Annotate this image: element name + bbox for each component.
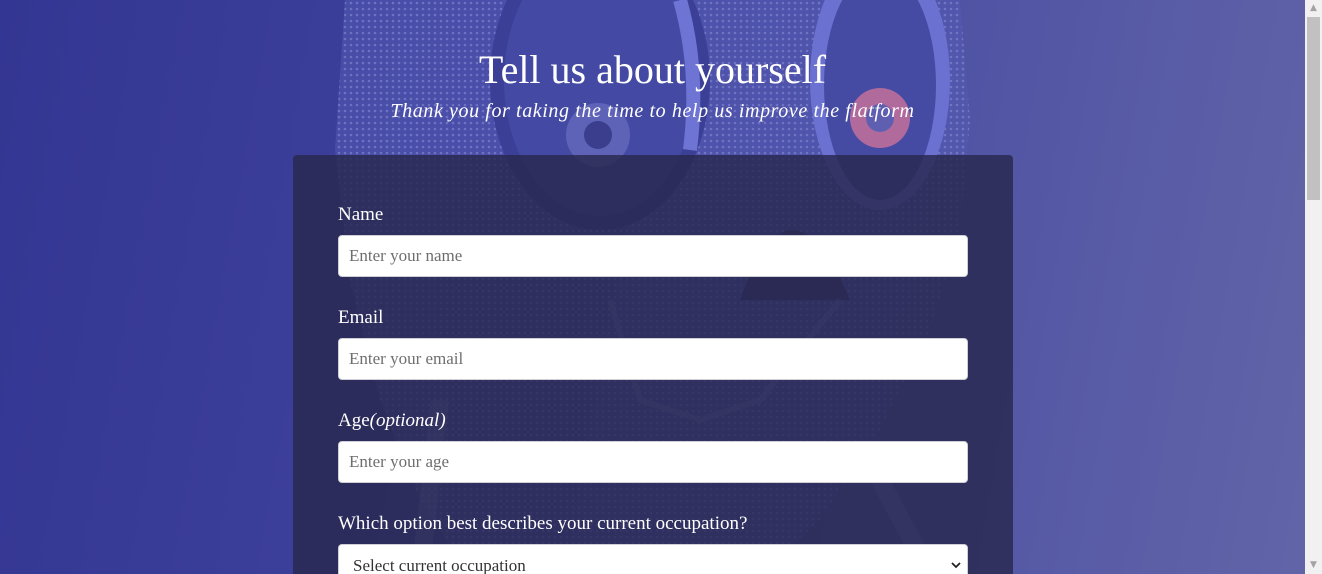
page: Tell us about yourself Thank you for tak… <box>0 0 1305 574</box>
name-label: Name <box>338 204 384 225</box>
page-title: Tell us about yourself <box>478 47 827 92</box>
scrollbar-thumb[interactable] <box>1307 17 1320 200</box>
email-label: Email <box>338 307 384 328</box>
chevron-down-icon <box>951 545 961 574</box>
age-optional-note: (optional) <box>369 410 446 431</box>
occupation-select-value: Select current occupation <box>353 556 526 574</box>
page-subtitle: Thank you for taking the time to help us… <box>390 100 915 122</box>
age-label: Age(optional) <box>338 409 446 433</box>
scroll-up-arrow[interactable]: ▲ <box>1305 0 1322 17</box>
scroll-down-arrow[interactable]: ▼ <box>1305 557 1322 574</box>
survey-form: Name Email Age(optional) Which option be… <box>293 155 1013 574</box>
email-input[interactable] <box>338 338 968 380</box>
age-label-text: Age <box>338 410 370 431</box>
age-input[interactable] <box>338 441 968 483</box>
vertical-scrollbar[interactable]: ▲ ▼ <box>1305 0 1322 574</box>
occupation-label: Which option best describes your current… <box>338 513 748 534</box>
occupation-select[interactable]: Select current occupation <box>338 544 968 574</box>
name-input[interactable] <box>338 235 968 277</box>
